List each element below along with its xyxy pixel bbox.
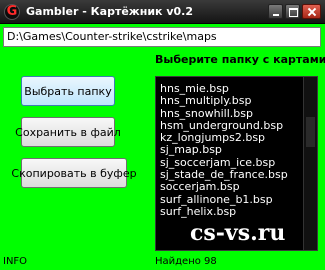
map-items: hns_mie.bsp hns_multiply.bsp hns_snowhil… (156, 81, 317, 218)
app-logo-icon: G (4, 4, 20, 20)
save-to-file-button[interactable]: Сохранить в файл (15, 117, 121, 147)
folder-path-field[interactable]: D:\Games\Counter-strike\cstrike\maps (3, 27, 321, 47)
map-list-item[interactable]: hns_multiply.bsp (160, 94, 317, 107)
site-watermark: cs-vs.ru (190, 220, 286, 246)
window-title: Gambler - Картёжник v0.2 (26, 5, 193, 18)
choose-folder-button[interactable]: Выбрать папку (21, 76, 115, 106)
title-bar[interactable]: G Gambler - Картёжник v0.2 (0, 0, 325, 24)
scrollbar-thumb[interactable] (306, 117, 315, 147)
minimize-button[interactable] (268, 4, 283, 19)
maximize-button[interactable] (285, 4, 300, 19)
map-list-heading: Выберите папку с картами (155, 53, 325, 66)
map-list-item[interactable]: soccerjam.bsp (160, 181, 317, 194)
copy-to-clipboard-button[interactable]: Скопировать в буфер (11, 158, 137, 188)
close-button[interactable] (302, 4, 321, 19)
status-info: INFO (3, 256, 28, 267)
status-found-count: Найдено 98 (155, 256, 217, 267)
map-list-item[interactable]: sj_map.bsp (160, 144, 317, 157)
map-list-scrollbar[interactable] (303, 77, 317, 250)
map-list-item[interactable]: surf_helix.bsp (160, 205, 317, 218)
